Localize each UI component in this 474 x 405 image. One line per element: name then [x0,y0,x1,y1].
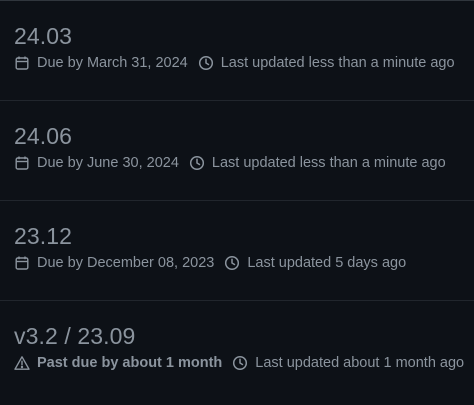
calendar-icon [14,155,30,171]
milestone-meta: Due by December 08, 2023 Last updated 5 … [14,252,460,274]
milestone-last-updated: Last updated about 1 month ago [232,352,464,374]
last-updated-text: Last updated about 1 month ago [255,355,465,371]
milestone-last-updated: Last updated less than a minute ago [189,152,446,174]
past-due-text: Past due by about 1 month [37,355,223,371]
milestone-due-date: Due by December 08, 2023 [14,252,214,274]
due-date-text: Due by December 08, 2023 [37,255,215,271]
milestone-item: 24.03 Due by March 31, 2024 Last updated… [0,1,474,101]
alert-icon [14,355,30,371]
milestone-meta: Due by June 30, 2024 Last updated less t… [14,152,460,174]
clock-icon [198,55,214,71]
milestone-meta: Past due by about 1 month Last updated a… [14,352,464,374]
milestone-meta: Due by March 31, 2024 Last updated less … [14,52,460,74]
milestone-title[interactable]: 24.06 [14,121,460,151]
calendar-icon [14,55,30,71]
milestone-title[interactable]: 24.03 [14,21,460,51]
last-updated-text: Last updated less than a minute ago [211,155,446,171]
milestone-list: 24.03 Due by March 31, 2024 Last updated… [0,0,474,405]
due-date-text: Due by March 31, 2024 [37,55,188,71]
clock-icon [232,355,248,371]
milestone-last-updated: Last updated less than a minute ago [198,52,455,74]
last-updated-text: Last updated 5 days ago [247,255,407,271]
milestone-item: v3.2 / 23.09 Past due by about 1 month L… [0,301,474,401]
calendar-icon [14,255,30,271]
milestone-item: 24.06 Due by June 30, 2024 Last updated … [0,101,474,201]
milestone-last-updated: Last updated 5 days ago [224,252,406,274]
clock-icon [189,155,205,171]
milestone-item: 23.12 Due by December 08, 2023 Last upda… [0,201,474,301]
last-updated-text: Last updated less than a minute ago [220,55,455,71]
clock-icon [224,255,240,271]
milestone-due-date: Due by March 31, 2024 [14,52,188,74]
milestone-title[interactable]: 23.12 [14,221,460,251]
milestone-past-due: Past due by about 1 month [14,352,222,374]
milestone-title[interactable]: v3.2 / 23.09 [14,321,460,351]
due-date-text: Due by June 30, 2024 [37,155,179,171]
milestone-due-date: Due by June 30, 2024 [14,152,179,174]
